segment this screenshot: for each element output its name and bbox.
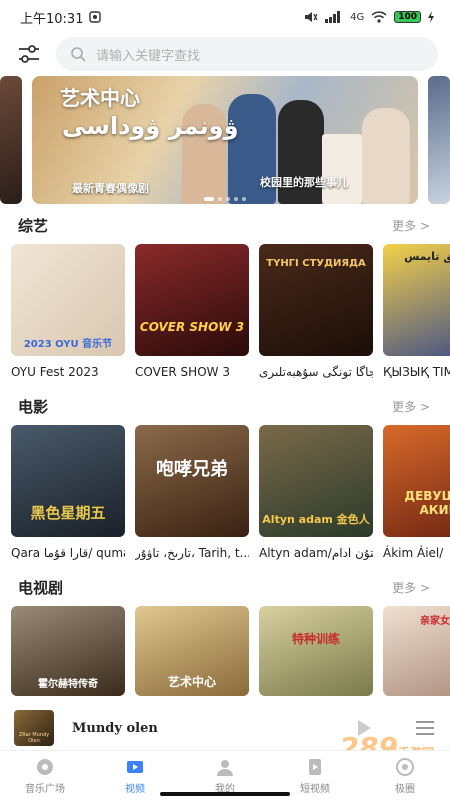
home-indicator[interactable] [160, 792, 290, 796]
short-video-icon [309, 758, 321, 775]
section-title: 电影 [18, 397, 49, 416]
poster-image: قىزىق تايمس [383, 244, 450, 356]
search-icon [71, 47, 86, 62]
more-link[interactable]: 更多 > [392, 579, 430, 596]
banner-prev-slide[interactable] [0, 76, 22, 204]
network-type: 4G [350, 11, 365, 23]
section-title: 电视剧 [18, 578, 64, 597]
card-title: Qara قارا قۇما/ quma [11, 546, 125, 560]
section-tv-series: 电视剧 更多 > 霍尔赫特传奇 艺术中心 特种训练 亲家女的 [0, 574, 450, 696]
card-title: Altyn adam/ئالتۇن ادام [259, 546, 373, 560]
search-placeholder: 请输入关键字查找 [96, 48, 201, 64]
media-card[interactable]: 亲家女的 [383, 606, 450, 696]
signal-icon [325, 11, 341, 23]
notification-icon [89, 11, 102, 23]
profile-icon [217, 759, 233, 776]
video-icon [127, 760, 143, 773]
media-card[interactable]: COVER SHOW 3 COVER SHOW 3 [135, 244, 249, 381]
more-link[interactable]: 更多 > [392, 217, 430, 234]
player-cover: ZRar Mundy Olen [14, 710, 54, 746]
player-song-title: Mundy olen [72, 720, 158, 736]
poster-image: 艺术中心 [135, 606, 249, 696]
media-card[interactable]: 黑色星期五 Qara قارا قۇما/ quma [11, 425, 125, 562]
media-card[interactable]: 艺术中心 [135, 606, 249, 696]
section-title: 综艺 [18, 216, 49, 235]
section-variety: 综艺 更多 > 2023 OYU 音乐节 OYU Fest 2023 COVER… [0, 212, 450, 381]
poster-image: 霍尔赫特传奇 [11, 606, 125, 696]
media-card[interactable]: 2023 OYU 音乐节 OYU Fest 2023 [11, 244, 125, 381]
poster-image: ТҮНГІ СТУДИЯДА [259, 244, 373, 356]
card-title: Ákim Áiel/ [383, 546, 444, 560]
poster-image: 咆哮兄弟 [135, 425, 249, 537]
poster-image: Altyn adam 金色人 [259, 425, 373, 537]
card-title: ҚЫЗЫҚ TIME [383, 365, 450, 379]
wifi-icon [371, 11, 387, 23]
tab-music-square[interactable]: 音乐广场 [5, 757, 85, 795]
banner-subtitle: 最新青春偶像剧 [72, 182, 149, 195]
media-card[interactable]: قىزىق تايمس ҚЫЗЫҚ TIME [383, 244, 450, 381]
poster-image: 亲家女的 [383, 606, 450, 696]
carousel-dots [204, 197, 246, 201]
music-icon [37, 758, 53, 775]
status-time: 上午10:31 [20, 11, 84, 27]
poster-image: 特种训练 [259, 606, 373, 696]
banner-title: 艺术中心 [60, 86, 140, 110]
media-card[interactable]: ТҮНГІ СТУДИЯДА جاگا تونگى سۇھبەتلىرى/新夜间… [259, 244, 373, 381]
tab-short-video[interactable]: 短视频 [275, 757, 355, 795]
media-card[interactable]: ДЕВУШКА АКИМ Ákim Áiel/ [383, 425, 450, 562]
banner-tagline: 校园里的那些事儿 [260, 176, 348, 189]
search-row: 请输入关键字查找 [0, 34, 450, 74]
card-title: OYU Fest 2023 [11, 365, 99, 379]
media-card[interactable]: 特种训练 [259, 606, 373, 696]
media-card[interactable]: 霍尔赫特传奇 [11, 606, 125, 696]
banner-carousel[interactable]: 艺术中心 ۋونمر ۋوداسى 最新青春偶像剧 校园里的那些事儿 [0, 76, 450, 208]
circle-icon [396, 757, 414, 776]
card-title: جاگا تونگى سۇھبەتلىرى/新夜间访谈秀 [259, 365, 373, 379]
status-bar: 上午10:31 4G 100 [0, 0, 450, 34]
poster-image: ДЕВУШКА АКИМ [383, 425, 450, 537]
banner-slide[interactable]: 艺术中心 ۋونمر ۋوداسى 最新青春偶像剧 校园里的那些事儿 [32, 76, 418, 204]
media-card[interactable]: 咆哮兄弟 تارىخ، تاۋۇر، Tarih, t...توگكەرىس/ [135, 425, 249, 562]
tab-circle[interactable]: 极圈 [365, 757, 445, 795]
battery-indicator: 100 [394, 11, 421, 23]
card-title: تارىخ، تاۋۇر، Tarih, t...توگكەرىس/ [135, 546, 249, 560]
poster-image: 2023 OYU 音乐节 [11, 244, 125, 356]
banner-title-uyghur: ۋونمر ۋوداسى [62, 112, 239, 140]
filter-icon[interactable] [16, 41, 42, 67]
poster-image: COVER SHOW 3 [135, 244, 249, 356]
tab-mine[interactable]: 我的 [185, 757, 265, 795]
search-input[interactable]: 请输入关键字查找 [56, 37, 438, 71]
poster-image: 黑色星期五 [11, 425, 125, 537]
tab-video[interactable]: 视频 [95, 757, 175, 795]
media-card[interactable]: Altyn adam 金色人 Altyn adam/ئالتۇن ادام [259, 425, 373, 562]
card-title: COVER SHOW 3 [135, 365, 230, 379]
mute-icon [305, 12, 318, 22]
charging-icon [428, 11, 434, 23]
section-movies: 电影 更多 > 黑色星期五 Qara قارا قۇما/ quma 咆哮兄弟 … [0, 393, 450, 562]
more-link[interactable]: 更多 > [392, 398, 430, 415]
banner-next-slide[interactable] [428, 76, 450, 204]
